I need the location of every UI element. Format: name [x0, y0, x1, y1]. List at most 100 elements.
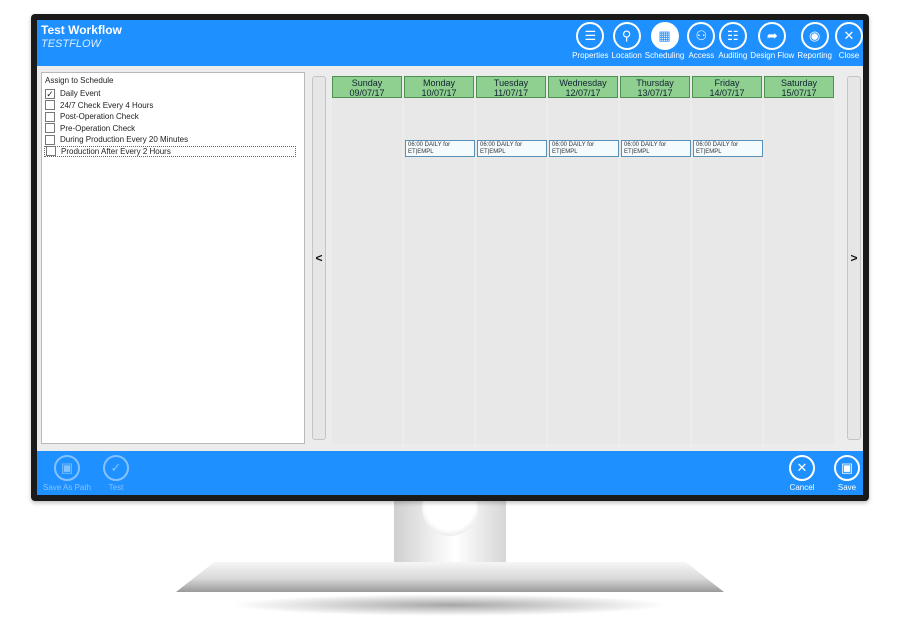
assign-schedule-panel: Assign to Schedule ✓ Daily Event 24/7 Chec… [41, 72, 305, 444]
toolbar-close-label: Close [838, 51, 860, 60]
day-header: Tuesday 11/07/17 [476, 76, 546, 98]
day-date: 13/07/17 [637, 88, 673, 98]
next-week-button[interactable]: > [847, 76, 861, 440]
checkbox[interactable] [46, 146, 56, 156]
toolbar-close-button[interactable]: ✕ Close [835, 22, 863, 60]
list-icon: ☰ [576, 22, 605, 50]
day-column-friday[interactable]: Friday 14/07/17 06:00 DAILY for ET|EMPL [692, 76, 763, 444]
test-button[interactable]: ✓ Test [103, 455, 129, 492]
share-arrow-icon: ➦ [758, 22, 787, 50]
day-date: 11/07/17 [493, 88, 529, 98]
save-label: Save [837, 483, 857, 492]
toolbar-location-button[interactable]: ⚲ Location [612, 22, 642, 60]
day-header: Saturday 15/07/17 [764, 76, 834, 98]
schedule-event[interactable]: 06:00 DAILY for ET|EMPL [621, 140, 691, 157]
close-icon: ✕ [835, 22, 863, 50]
test-label: Test [108, 483, 124, 492]
workflow-code: TESTFLOW [41, 38, 101, 50]
clipboard-icon: ☷ [718, 22, 747, 50]
day-name: Monday [422, 78, 456, 88]
day-name: Friday [714, 78, 740, 88]
workflow-title: Test Workflow [41, 23, 122, 37]
day-column-monday[interactable]: Monday 10/07/17 06:00 DAILY for ET|EMPL [404, 76, 475, 444]
users-icon: ⚇ [687, 22, 716, 50]
day-name: Tuesday [493, 78, 529, 88]
app-footer: ▣ Save As Path ✓ Test ✕ Cancel ▣ Save [37, 451, 863, 495]
app-header: Test Workflow TESTFLOW ☰ Properties ⚲ Locat… [37, 20, 863, 66]
toolbar: ☰ Properties ⚲ Location ▦ Scheduling ⚇ Access ☷ A… [569, 22, 863, 60]
toolbar-reporting-button[interactable]: ◉ Reporting [797, 22, 832, 60]
schedule-item-label: Production After Every 2 Hours [61, 146, 171, 156]
location-icon: ⚲ [612, 22, 641, 50]
checkbox[interactable] [45, 134, 55, 145]
cancel-label: Cancel [789, 483, 815, 492]
day-date: 15/07/17 [781, 88, 817, 98]
schedule-item-label: Post-Operation Check [60, 112, 139, 121]
schedule-list-item[interactable]: ✓ Daily Event [44, 88, 297, 99]
save-as-path-label: Save As Path [43, 483, 92, 492]
checkbox[interactable] [45, 111, 55, 122]
day-name: Sunday [351, 78, 383, 88]
checkbox[interactable] [45, 123, 55, 133]
monitor-base-shadow [230, 594, 670, 616]
toolbar-access-button[interactable]: ⚇ Access [687, 22, 716, 60]
prev-week-button[interactable]: < [312, 76, 326, 440]
schedule-list-item[interactable]: Pre-Operation Check [44, 123, 297, 134]
schedule-item-label: Pre-Operation Check [60, 123, 136, 133]
toolbar-design-flow-label: Design Flow [750, 51, 795, 60]
test-icon: ✓ [103, 455, 129, 481]
monitor-base [176, 562, 724, 592]
toolbar-scheduling-button[interactable]: ▦ Scheduling [644, 22, 685, 60]
schedule-event[interactable]: 06:00 DAILY for ET|EMPL [549, 140, 619, 157]
save-button[interactable]: ▣ Save [834, 455, 860, 492]
calendar-icon: ▦ [650, 22, 679, 50]
schedule-item-label: Daily Event [60, 89, 101, 98]
toolbar-auditing-button[interactable]: ☷ Auditing [718, 22, 747, 60]
schedule-list-item[interactable]: Post-Operation Check [44, 111, 297, 122]
toolbar-reporting-label: Reporting [797, 51, 832, 60]
save-as-path-button[interactable]: ▣ Save As Path [43, 455, 91, 492]
toolbar-scheduling-label: Scheduling [644, 51, 685, 60]
toolbar-auditing-label: Auditing [718, 51, 748, 60]
schedule-event[interactable]: 06:00 DAILY for ET|EMPL [477, 140, 547, 157]
save-icon: ▣ [834, 455, 860, 481]
schedule-item-label: 24/7 Check Every 4 Hours [60, 100, 154, 110]
day-date: 09/07/17 [349, 88, 385, 98]
day-name: Thursday [636, 78, 674, 88]
day-name: Saturday [780, 78, 818, 88]
schedule-event[interactable]: 06:00 DAILY for ET|EMPL [405, 140, 475, 157]
week-calendar: Sunday 09/07/17 Monday 10/07/17 06:00 DAILY … [332, 76, 837, 444]
checkbox[interactable]: ✓ [45, 88, 55, 99]
schedule-list-item[interactable]: 24/7 Check Every 4 Hours [44, 100, 297, 111]
day-date: 12/07/17 [565, 88, 601, 98]
cancel-icon: ✕ [789, 455, 815, 481]
day-header: Thursday 13/07/17 [620, 76, 690, 98]
day-column-sunday[interactable]: Sunday 09/07/17 [332, 76, 402, 444]
day-header: Friday 14/07/17 [692, 76, 762, 98]
save-icon: ▣ [54, 455, 81, 481]
day-name: Wednesday [559, 78, 607, 88]
toolbar-location-label: Location [611, 51, 642, 60]
schedule-event[interactable]: 06:00 DAILY for ET|EMPL [693, 140, 763, 157]
schedule-item-label: During Production Every 20 Minutes [60, 135, 189, 144]
day-column-thursday[interactable]: Thursday 13/07/17 06:00 DAILY for ET|EMPL [620, 76, 691, 444]
toolbar-properties-button[interactable]: ☰ Properties [572, 22, 609, 60]
day-date: 14/07/17 [709, 88, 745, 98]
day-header: Sunday 09/07/17 [332, 76, 402, 98]
day-column-saturday[interactable]: Saturday 15/07/17 [764, 76, 834, 444]
day-column-tuesday[interactable]: Tuesday 11/07/17 06:00 DAILY for ET|EMPL [476, 76, 547, 444]
eye-icon: ◉ [800, 22, 829, 50]
toolbar-access-label: Access [688, 51, 715, 60]
panel-heading: Assign to Schedule [45, 76, 114, 85]
day-date: 10/07/17 [421, 88, 457, 98]
toolbar-properties-label: Properties [572, 51, 609, 60]
schedule-list-item[interactable]: Production After Every 2 Hours [44, 145, 296, 157]
cancel-button[interactable]: ✕ Cancel [789, 455, 815, 492]
day-header: Monday 10/07/17 [404, 76, 474, 98]
schedule-list-item[interactable]: During Production Every 20 Minutes [44, 134, 297, 145]
checkbox[interactable] [45, 100, 55, 110]
schedule-checklist: ✓ Daily Event 24/7 Check Every 4 Hours Post… [42, 88, 304, 157]
day-header: Wednesday 12/07/17 [548, 76, 618, 98]
day-column-wednesday[interactable]: Wednesday 12/07/17 06:00 DAILY for ET|EMPL [548, 76, 619, 444]
toolbar-design-flow-button[interactable]: ➦ Design Flow [750, 22, 794, 60]
